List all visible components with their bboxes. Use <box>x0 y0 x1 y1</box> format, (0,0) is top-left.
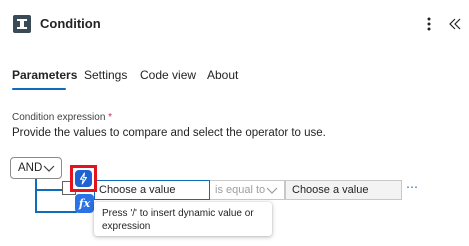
dynamic-content-tooltip: Press '/' to insert dynamic value or exp… <box>94 202 272 236</box>
operator-dropdown[interactable]: is equal to <box>210 180 285 200</box>
right-value-placeholder: Choose a value <box>292 184 369 196</box>
row-more-options-button[interactable]: ⋯ <box>406 180 419 194</box>
insert-dynamic-content-button[interactable] <box>75 170 92 187</box>
tree-connector-row <box>35 189 63 191</box>
operator-value: is equal to <box>215 184 266 196</box>
active-tab-indicator <box>12 88 66 90</box>
condition-expression-label: Condition expression * <box>12 112 112 123</box>
left-value-placeholder: Choose a value <box>99 184 176 196</box>
insert-expression-button[interactable]: fx <box>75 194 94 213</box>
condition-label-text: Condition expression <box>12 112 106 123</box>
collapse-panel-button[interactable] <box>446 13 464 35</box>
group-operator-value: AND <box>18 162 43 174</box>
double-chevron-left-icon <box>449 18 461 30</box>
more-options-button[interactable] <box>420 13 438 35</box>
condition-app-icon <box>13 15 31 33</box>
lightning-icon <box>79 172 88 185</box>
condition-description: Provide the values to compare and select… <box>12 127 326 139</box>
chevron-down-icon <box>266 187 278 194</box>
left-value-input[interactable]: Choose a value <box>94 180 210 200</box>
chevron-down-icon <box>43 165 55 172</box>
group-operator-dropdown[interactable]: AND <box>10 157 62 179</box>
panel-title: Condition <box>40 16 101 31</box>
right-value-input[interactable]: Choose a value <box>285 180 402 200</box>
required-marker: * <box>108 112 113 123</box>
tree-connector-add <box>35 211 77 213</box>
tab-code-view[interactable]: Code view <box>140 68 196 82</box>
tree-connector-vertical <box>35 179 37 212</box>
more-vertical-icon <box>427 17 431 31</box>
tab-parameters[interactable]: Parameters <box>12 68 77 82</box>
tab-settings[interactable]: Settings <box>84 68 127 82</box>
tab-about[interactable]: About <box>207 68 238 82</box>
